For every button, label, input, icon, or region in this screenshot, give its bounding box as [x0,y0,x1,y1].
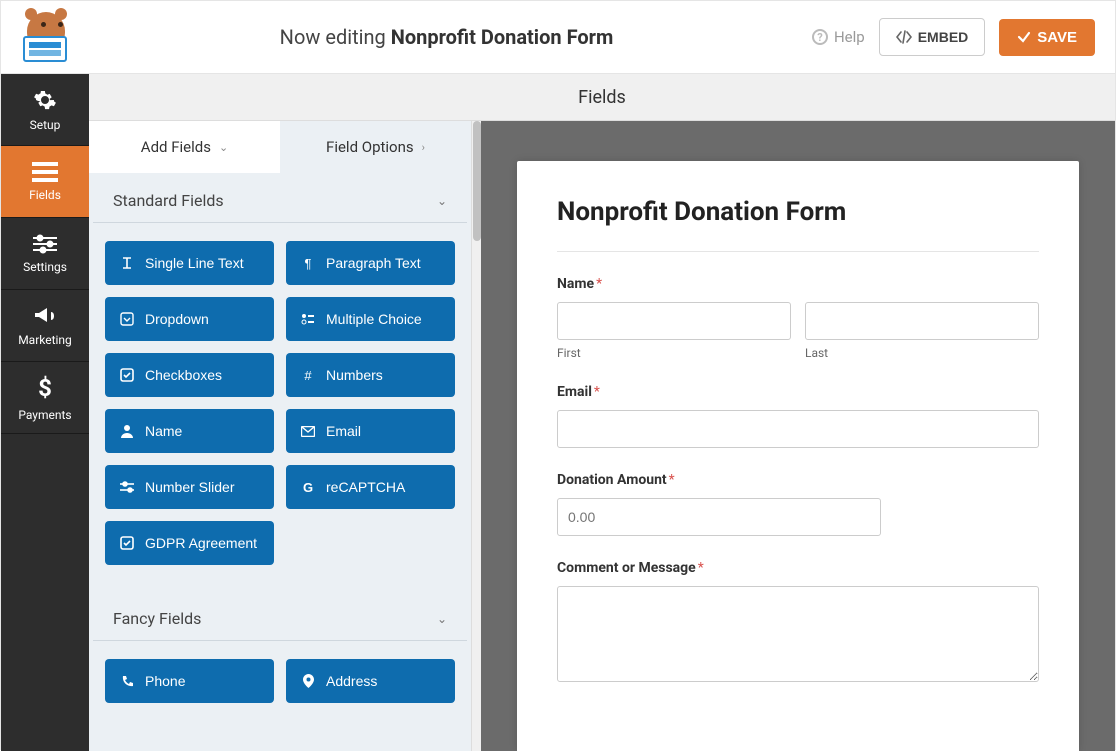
first-name-input[interactable] [557,302,791,340]
field-address[interactable]: Address [286,659,455,703]
tab-field-options[interactable]: Field Options › [280,121,471,173]
fields-header: Fields [89,74,1115,121]
google-g-icon: G [300,480,316,495]
user-icon [119,424,135,438]
field-email-group[interactable]: Email* [557,384,1039,448]
required-asterisk: * [596,276,602,292]
sidebar-label: Payments [18,408,71,422]
section-standard-fields[interactable]: Standard Fields ⌄ [93,173,467,223]
form-name: Nonprofit Donation Form [391,25,614,49]
section-fancy-fields[interactable]: Fancy Fields ⌄ [93,591,467,641]
field-comment-group[interactable]: Comment or Message* [557,560,1039,686]
field-number-slider[interactable]: Number Slider [105,465,274,509]
last-name-input[interactable] [805,302,1039,340]
envelope-icon [300,426,316,437]
help-icon: ? [812,29,828,45]
field-numbers[interactable]: #Numbers [286,353,455,397]
field-donation-group[interactable]: Donation Amount* [557,472,1039,536]
last-sublabel: Last [805,346,1039,360]
field-dropdown[interactable]: Dropdown [105,297,274,341]
sidebar-label: Setup [30,118,61,132]
donation-label: Donation Amount* [557,472,1039,488]
embed-button[interactable]: EMBED [879,18,986,56]
chevron-down-icon: ⌄ [437,194,447,208]
phone-icon [119,675,135,688]
tab-label: Add Fields [141,138,211,156]
email-input[interactable] [557,410,1039,448]
field-paragraph-text[interactable]: ¶Paragraph Text [286,241,455,285]
tab-label: Field Options [326,138,414,156]
field-checkboxes[interactable]: Checkboxes [105,353,274,397]
save-label: SAVE [1037,29,1077,46]
email-label: Email* [557,384,1039,400]
donation-input[interactable] [557,498,881,536]
field-palette: Add Fields ⌄ Field Options › Standard Fi… [89,121,471,751]
sliders-h-icon [119,481,135,493]
hash-icon: # [300,368,316,383]
preview-wrap: Nonprofit Donation Form Name* First Last [481,121,1115,751]
field-gdpr-agreement[interactable]: GDPR Agreement [105,521,274,565]
sidebar-item-setup[interactable]: Setup [1,74,89,146]
palette-tabs: Add Fields ⌄ Field Options › [89,121,471,173]
comment-label: Comment or Message* [557,560,1039,576]
sidebar-label: Marketing [18,333,72,347]
form-title: Nonprofit Donation Form [557,197,1039,252]
check-square-icon [119,368,135,382]
sliders-icon [33,234,57,254]
top-bar: Now editing Nonprofit Donation Form ? He… [1,1,1115,74]
required-asterisk: * [594,384,600,400]
page-title: Now editing Nonprofit Donation Form [81,25,812,49]
chevron-down-icon: ⌄ [437,612,447,626]
caret-square-icon [119,312,135,326]
dollar-icon: $ [38,374,52,402]
section-title: Standard Fields [113,191,224,210]
scrollbar[interactable] [471,121,481,751]
paragraph-icon: ¶ [300,256,316,271]
logo [21,12,81,62]
save-button[interactable]: SAVE [999,19,1095,56]
first-sublabel: First [557,346,791,360]
sidebar-item-settings[interactable]: Settings [1,218,89,290]
field-single-line-text[interactable]: Single Line Text [105,241,274,285]
sidebar-item-fields[interactable]: Fields [1,146,89,218]
help-link[interactable]: ? Help [812,28,865,46]
fancy-fields-grid: Phone Address [89,641,471,721]
field-recaptcha[interactable]: GreCAPTCHA [286,465,455,509]
scrollbar-thumb[interactable] [473,121,481,241]
field-email[interactable]: Email [286,409,455,453]
code-icon [896,30,912,44]
sidebar-item-marketing[interactable]: Marketing [1,290,89,362]
embed-label: EMBED [918,29,969,45]
top-actions: ? Help EMBED SAVE [812,18,1095,56]
name-label: Name* [557,276,1039,292]
check-icon [1017,30,1031,44]
tab-add-fields[interactable]: Add Fields ⌄ [89,121,280,173]
list-icon [32,162,58,182]
sidebar-label: Settings [23,260,67,274]
check-square-icon [119,536,135,550]
standard-fields-grid: Single Line Text ¶Paragraph Text Dropdow… [89,223,471,583]
sidebar-label: Fields [29,188,61,202]
field-name[interactable]: Name [105,409,274,453]
bullhorn-icon [33,305,57,327]
sidebar-item-payments[interactable]: $ Payments [1,362,89,434]
help-label: Help [834,28,865,46]
section-title: Fancy Fields [113,609,201,628]
required-asterisk: * [669,472,675,488]
chevron-down-icon: ⌄ [219,141,228,154]
text-cursor-icon [119,256,135,270]
editing-prefix: Now editing [280,25,386,49]
dot-list-icon [300,312,316,326]
sidebar: Setup Fields Settings Marketing $ Paymen… [1,74,89,751]
field-phone[interactable]: Phone [105,659,274,703]
map-pin-icon [300,674,316,688]
required-asterisk: * [698,560,704,576]
field-multiple-choice[interactable]: Multiple Choice [286,297,455,341]
form-preview: Nonprofit Donation Form Name* First Last [517,161,1079,751]
gear-icon [33,88,57,112]
chevron-right-icon: › [422,141,425,154]
comment-textarea[interactable] [557,586,1039,682]
field-name-group[interactable]: Name* First Last [557,276,1039,360]
